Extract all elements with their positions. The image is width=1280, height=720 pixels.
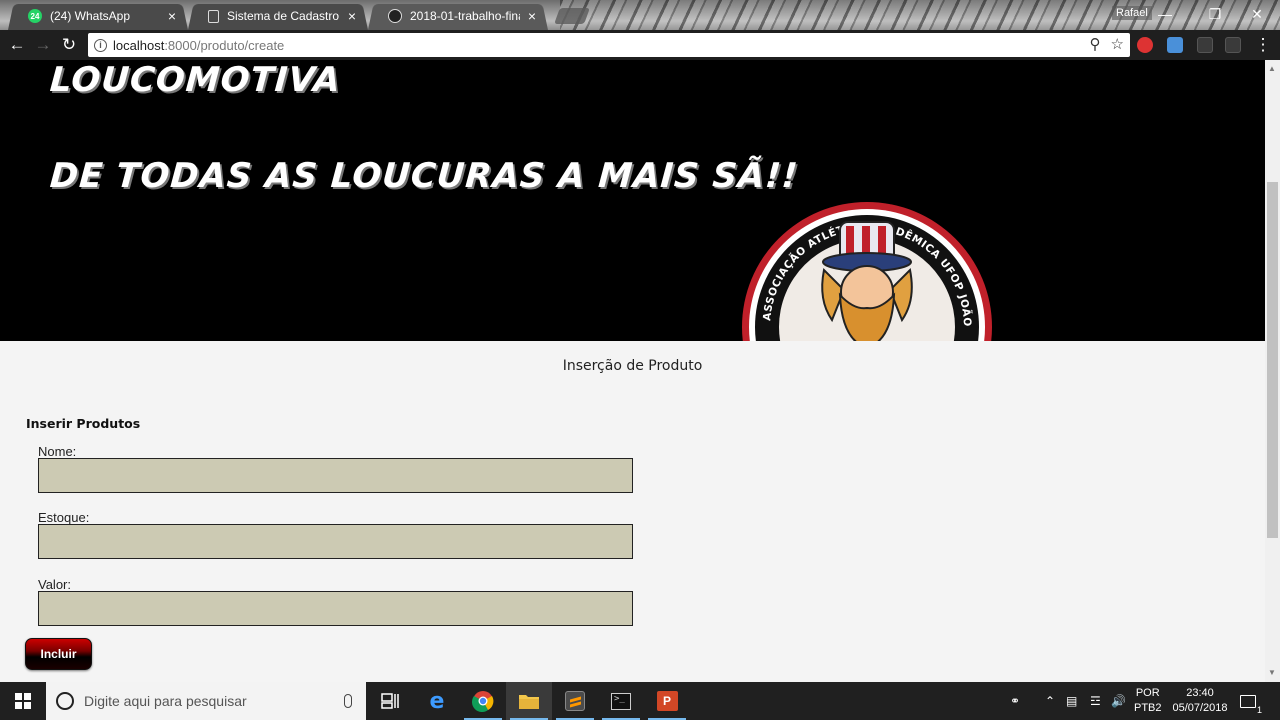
header-banner: LOUCOMOTIVA DE TODAS AS LOUCURAS A MAIS … xyxy=(0,60,1265,341)
info-icon[interactable]: i xyxy=(94,38,107,52)
keyboard-layout: PTB2 xyxy=(1134,702,1162,714)
document-icon xyxy=(208,9,219,23)
banner-title: LOUCOMOTIVA xyxy=(48,60,343,100)
task-view-button[interactable] xyxy=(367,682,413,720)
close-tab-icon[interactable]: × xyxy=(526,8,538,24)
whatsapp-icon: 24 xyxy=(28,9,42,23)
estoque-label: Estoque: xyxy=(38,510,90,525)
github-icon xyxy=(388,9,402,23)
browser-tab-strip: 24 (24) WhatsApp × Sistema de Cadastro d… xyxy=(0,0,1280,30)
action-center-button[interactable]: 1 xyxy=(1240,682,1263,720)
chrome-icon xyxy=(472,691,494,712)
tab-sistema-cadastro[interactable]: Sistema de Cadastro de × xyxy=(188,2,368,30)
language-indicator[interactable]: POR PTB2 xyxy=(1134,682,1162,720)
incluir-button[interactable]: Incluir xyxy=(25,638,92,670)
close-tab-icon[interactable]: × xyxy=(166,8,178,24)
reload-icon[interactable]: ↻ xyxy=(58,34,80,56)
edge-icon: e xyxy=(429,688,445,714)
nome-input[interactable] xyxy=(38,458,633,493)
terminal-app[interactable]: >_ xyxy=(598,682,644,720)
scroll-down-arrow-icon[interactable]: ▼ xyxy=(1268,668,1276,677)
tab-label: Sistema de Cadastro de xyxy=(227,9,340,23)
valor-label: Valor: xyxy=(38,577,71,592)
battery-icon[interactable]: ▤ xyxy=(1066,682,1077,720)
url-path: :8000/produto/create xyxy=(164,37,285,53)
close-tab-icon[interactable]: × xyxy=(346,8,358,24)
folder-icon xyxy=(519,695,539,709)
sublime-app[interactable] xyxy=(552,682,598,720)
microphone-icon[interactable] xyxy=(344,694,352,708)
tab-github[interactable]: 2018-01-trabalho-final-s × xyxy=(368,2,548,30)
estoque-input[interactable] xyxy=(38,524,633,559)
notification-icon: 1 xyxy=(1240,694,1263,715)
scroll-thumb[interactable] xyxy=(1267,182,1278,538)
taskbar-search-box[interactable]: Digite aqui para pesquisar xyxy=(46,682,366,720)
file-explorer-app[interactable] xyxy=(506,682,552,720)
back-arrow-icon[interactable]: ← xyxy=(6,34,28,56)
chrome-menu-icon[interactable]: ⋮ xyxy=(1252,34,1274,56)
terminal-icon: >_ xyxy=(611,692,631,710)
tab-whatsapp[interactable]: 24 (24) WhatsApp × xyxy=(8,2,188,30)
clock[interactable]: 23:40 05/07/2018 xyxy=(1170,682,1230,720)
zoom-icon[interactable]: ⚲ xyxy=(1090,35,1101,53)
page-scrollbar[interactable]: ▲ ▼ xyxy=(1265,60,1280,682)
form-heading: Inserir Produtos xyxy=(26,416,141,431)
sublime-icon xyxy=(565,691,585,711)
windows-taskbar: Digite aqui para pesquisar e >_ P ⚭ ⌃ ▤ … xyxy=(0,682,1280,720)
clock-time: 23:40 xyxy=(1186,687,1214,699)
people-icon[interactable]: ⚭ xyxy=(1010,682,1020,720)
search-placeholder: Digite aqui para pesquisar xyxy=(84,693,247,709)
page-content: LOUCOMOTIVA DE TODAS AS LOUCURAS A MAIS … xyxy=(0,60,1265,682)
task-view-icon xyxy=(381,693,399,709)
notification-count: 1 xyxy=(1255,704,1263,715)
chrome-app[interactable] xyxy=(460,682,506,720)
wifi-icon[interactable]: ☲ xyxy=(1090,682,1101,720)
windows-logo-icon xyxy=(15,693,31,709)
url-host: localhost xyxy=(113,37,165,53)
bookmark-star-icon[interactable]: ☆ xyxy=(1111,35,1124,53)
close-window-button[interactable]: ✕ xyxy=(1234,0,1280,28)
extension-icon[interactable] xyxy=(1225,37,1241,53)
scroll-up-arrow-icon[interactable]: ▲ xyxy=(1268,64,1276,73)
extension-icon[interactable] xyxy=(1197,37,1213,53)
cortana-icon xyxy=(56,692,74,710)
powerpoint-icon: P xyxy=(656,691,678,711)
tab-label: 2018-01-trabalho-final-s xyxy=(410,9,520,23)
nome-label: Nome: xyxy=(38,444,77,459)
tab-label: (24) WhatsApp xyxy=(50,9,131,23)
browser-toolbar: ← → ↻ i localhost:8000/produto/create ⚲ … xyxy=(0,30,1280,60)
clock-date: 05/07/2018 xyxy=(1172,702,1228,714)
volume-icon[interactable]: 🔊 xyxy=(1111,682,1126,720)
athletic-association-logo: ASSOCIAÇÃO ATLÉTICA ACADÊMICA UFOP JOÃO … xyxy=(740,200,992,341)
show-hidden-icons-chevron-icon[interactable]: ⌃ xyxy=(1045,682,1055,720)
page-title: Inserção de Produto xyxy=(562,358,703,374)
forward-arrow-icon[interactable]: → xyxy=(32,34,54,56)
extension-blue-icon[interactable] xyxy=(1167,37,1183,53)
extension-red-icon[interactable] xyxy=(1137,37,1153,53)
valor-input[interactable] xyxy=(38,591,633,626)
start-button[interactable] xyxy=(0,682,46,720)
powerpoint-app[interactable]: P xyxy=(644,682,690,720)
edge-app[interactable]: e xyxy=(414,682,460,720)
new-tab-button[interactable] xyxy=(554,8,590,24)
address-bar[interactable]: i localhost:8000/produto/create ⚲ ☆ xyxy=(88,33,1130,57)
minimize-button[interactable]: — xyxy=(1142,0,1188,28)
banner-slogan: DE TODAS AS LOUCURAS A MAIS SÃ!! xyxy=(48,156,800,196)
language-code: POR xyxy=(1135,687,1160,699)
restore-button[interactable]: ❐ xyxy=(1192,0,1238,28)
